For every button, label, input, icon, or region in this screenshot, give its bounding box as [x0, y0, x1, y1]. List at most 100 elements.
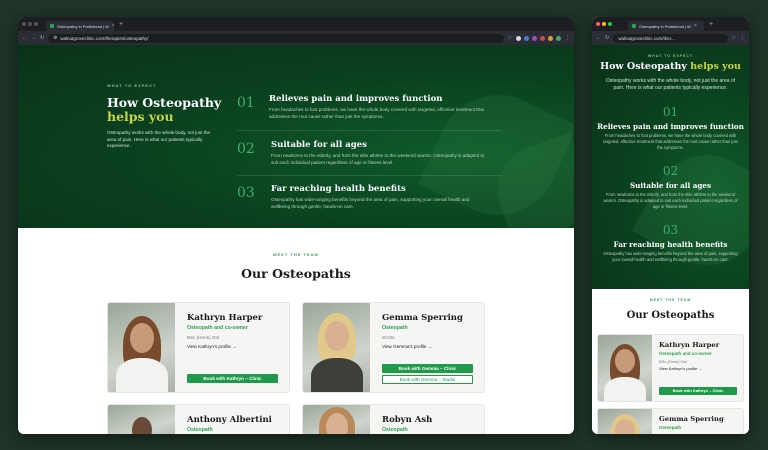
team-card: Anthony Albertini Osteopath [107, 404, 290, 434]
staff-photo [108, 405, 175, 434]
favicon-icon [632, 24, 636, 28]
desktop-browser-window: Osteopathy in Portishead | W × + ← → ↻ ⚙… [18, 17, 574, 434]
tab-bar: Osteopathy in Portishead | W × + [592, 17, 749, 31]
view-profile-link[interactable]: View Kathryn's profile → [659, 366, 702, 371]
team-section: MEET THE TEAM Our Osteopaths Kathryn Har… [592, 289, 749, 434]
window-maximize-icon[interactable] [608, 22, 612, 26]
section-title: How Osteopathy helps you [107, 95, 222, 124]
item-number: 03 [662, 223, 679, 237]
staff-role: Osteopath [659, 425, 682, 430]
reload-icon[interactable]: ↻ [605, 35, 609, 41]
item-title: Far reaching health benefits [271, 184, 406, 194]
tab-title: Osteopathy in Portishead | W [57, 23, 109, 29]
item-title: Suitable for all ages [629, 181, 712, 190]
team-title: Our Osteopaths [241, 266, 351, 281]
url-text: walnutgroveclinic.com/therapies/osteopat… [60, 35, 149, 41]
window-close-icon[interactable] [22, 22, 26, 26]
staff-role: Osteopath [382, 427, 408, 433]
url-field[interactable]: ⚙ walnutgroveclinic.com/therapies/osteop… [48, 33, 504, 43]
item-description: From newborns to the elderly, and from t… [603, 192, 738, 209]
divider [237, 130, 502, 131]
section-title: How Osteopathy helps you [600, 61, 741, 72]
address-bar-row: ← → ↻ ⚙ walnutgroveclinic.com/therapies/… [18, 31, 574, 45]
menu-dots-icon[interactable]: ⋮ [740, 35, 745, 41]
team-eyebrow: MEET THE TEAM [649, 298, 692, 302]
view-profile-link[interactable]: View Kathryn's profile → [187, 344, 237, 349]
bookmark-star-icon[interactable]: ☆ [508, 35, 512, 41]
book-clinic-button[interactable]: Book with Kathryn – Clinic [187, 374, 278, 383]
view-profile-link[interactable]: View Gemma's profile → [382, 344, 432, 349]
site-info-icon[interactable]: ⚙ [53, 35, 57, 41]
staff-role: Osteopath [382, 325, 408, 331]
extension-icon[interactable] [548, 35, 553, 41]
bookmark-star-icon[interactable]: ☆ [732, 35, 736, 41]
book-clinic-button[interactable]: Book with Gemma – Clinic [382, 364, 473, 373]
item-number: 02 [237, 141, 255, 157]
staff-name: Kathryn Harper [187, 313, 263, 323]
url-field[interactable]: walnutgroveclinic.com/ther... [613, 33, 728, 43]
team-title: Our Osteopaths [626, 310, 715, 321]
item-number: 02 [662, 164, 679, 178]
item-title: Relieves pain and improves function [269, 94, 443, 104]
window-minimize-icon[interactable] [28, 22, 32, 26]
staff-photo [303, 303, 370, 392]
url-text: walnutgroveclinic.com/ther... [618, 35, 675, 41]
item-title: Far reaching health benefits [613, 240, 728, 249]
staff-photo [303, 405, 370, 434]
profile-avatar-icon[interactable] [516, 35, 521, 41]
item-description: Osteopathy has wide-ranging benefits bey… [271, 197, 470, 209]
staff-photo [598, 335, 652, 401]
team-card: Kathryn Harper Osteopath and co-owner BS… [107, 302, 290, 393]
item-number: 03 [237, 185, 255, 201]
staff-name: Kathryn Harper [659, 341, 720, 349]
extension-icon[interactable] [524, 35, 529, 41]
browser-tab[interactable]: Osteopathy in Portishead | W × [628, 21, 704, 31]
close-tab-icon[interactable]: × [694, 23, 697, 29]
staff-name: Anthony Albertini [187, 415, 272, 425]
menu-dots-icon[interactable]: ⋮ [565, 35, 570, 41]
forward-icon[interactable]: → [31, 35, 36, 41]
tab-bar: Osteopathy in Portishead | W × + [18, 17, 574, 31]
team-eyebrow: MEET THE TEAM [273, 252, 319, 257]
extension-icon[interactable] [532, 35, 537, 41]
team-section: MEET THE TEAM Our Osteopaths Kathryn Har… [18, 228, 574, 434]
extensions-row [516, 35, 561, 41]
reload-icon[interactable]: ↻ [40, 35, 44, 41]
window-close-icon[interactable] [596, 22, 600, 26]
what-to-expect-section: WHAT TO EXPECT How Osteopathy helps you … [592, 45, 749, 289]
item-number: 01 [237, 95, 255, 111]
tab-title: Osteopathy in Portishead | W [639, 23, 691, 29]
team-card: Robyn Ash Osteopath [302, 404, 485, 434]
staff-role: Osteopath and co-owner [659, 351, 712, 356]
window-minimize-icon[interactable] [602, 22, 606, 26]
section-intro: Osteopathy works with the whole body, no… [605, 78, 736, 92]
book-clinic-button[interactable]: Book with Kathryn – Clinic [659, 387, 737, 395]
extension-icon[interactable] [556, 35, 561, 41]
item-title: Suitable for all ages [271, 140, 367, 150]
back-icon[interactable]: ← [22, 35, 27, 41]
browser-tab[interactable]: Osteopathy in Portishead | W × [46, 21, 114, 31]
item-description: From newborns to the elderly, and from t… [271, 153, 485, 165]
staff-qualification: BSc (Hons) Ost [659, 359, 687, 364]
new-tab-icon[interactable]: + [709, 21, 713, 28]
staff-name: Gemma Sperring [659, 415, 724, 423]
staff-name: Robyn Ash [382, 415, 433, 425]
favicon-icon [50, 24, 54, 28]
staff-photo [108, 303, 175, 392]
item-description: Osteopathy has wide-ranging benefits bey… [603, 251, 738, 262]
new-tab-icon[interactable]: + [119, 21, 123, 28]
staff-role: Osteopath and co-owner [187, 325, 248, 331]
item-number: 01 [662, 105, 679, 119]
mobile-browser-window: Osteopathy in Portishead | W × + ← ↻ wal… [592, 17, 749, 434]
team-card: Kathryn Harper Osteopath and co-owner BS… [597, 334, 744, 402]
section-intro: Osteopathy works with the whole body, no… [107, 130, 211, 149]
staff-qualification: M.Ost [382, 335, 395, 340]
extension-icon[interactable] [540, 35, 545, 41]
book-studio-button[interactable]: Book with Gemma – Studio [382, 375, 473, 384]
close-tab-icon[interactable]: × [112, 23, 114, 29]
divider [237, 175, 502, 176]
back-icon[interactable]: ← [596, 35, 601, 41]
staff-photo [598, 409, 652, 434]
what-to-expect-section: WHAT TO EXPECT How Osteopathy helps you … [18, 45, 574, 228]
window-maximize-icon[interactable] [34, 22, 38, 26]
